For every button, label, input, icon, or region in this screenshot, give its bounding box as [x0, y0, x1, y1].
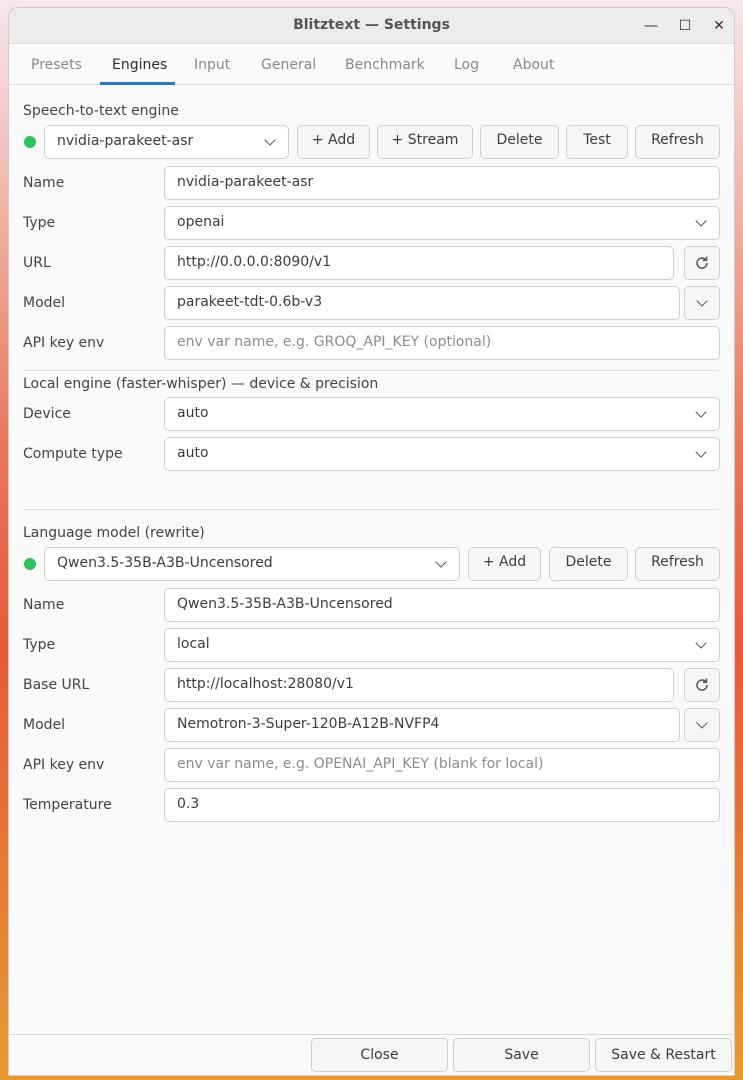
local-section-title: Local engine (faster-whisper) — device &…: [23, 376, 379, 392]
stt-url-refresh-button[interactable]: [684, 246, 720, 280]
llm-section-title: Language model (rewrite): [23, 525, 205, 541]
llm-url-refresh-button[interactable]: [684, 668, 720, 702]
window-title: Blitztext — Settings: [293, 17, 450, 33]
stt-name-label: Name: [23, 175, 65, 191]
stt-type-label: Type: [23, 215, 56, 231]
tab-engines[interactable]: Engines: [112, 57, 167, 73]
tab-general[interactable]: General: [261, 57, 316, 73]
divider: [23, 509, 719, 510]
chevron-down-icon: [696, 717, 708, 729]
tab-log[interactable]: Log: [454, 57, 479, 73]
refresh-icon: [696, 678, 708, 691]
maximize-icon[interactable]: ☐: [675, 16, 695, 36]
tab-input[interactable]: Input: [194, 57, 230, 73]
llm-delete-button[interactable]: Delete: [549, 547, 628, 581]
chevron-down-icon: [695, 406, 707, 418]
llm-select[interactable]: Qwen3.5-35B-A3B-Uncensored: [44, 547, 460, 581]
llm-model-field[interactable]: Nemotron-3-Super-120B-A12B-NVFP4: [164, 708, 680, 742]
chevron-down-icon: [696, 295, 708, 307]
tab-bar: Presets Engines Input General Benchmark …: [9, 45, 734, 85]
stt-name-field[interactable]: nvidia-parakeet-asr: [164, 166, 720, 200]
tab-benchmark[interactable]: Benchmark: [345, 57, 425, 73]
chevron-down-icon: [695, 446, 707, 458]
stt-url-label: URL: [23, 255, 51, 271]
device-select[interactable]: auto: [164, 397, 720, 431]
divider: [23, 370, 719, 371]
stt-engine-selected: nvidia-parakeet-asr: [57, 133, 194, 149]
tab-presets[interactable]: Presets: [31, 57, 82, 73]
chevron-down-icon: [264, 134, 276, 146]
stt-add-button[interactable]: + Add: [297, 125, 370, 159]
llm-apikey-field[interactable]: env var name, e.g. OPENAI_API_KEY (blank…: [164, 748, 720, 782]
llm-type-select[interactable]: local: [164, 628, 720, 662]
stt-apikey-field[interactable]: env var name, e.g. GROQ_API_KEY (optiona…: [164, 326, 720, 360]
minimize-icon[interactable]: —: [641, 16, 661, 36]
temperature-label: Temperature: [23, 797, 112, 813]
llm-type-label: Type: [23, 637, 56, 653]
llm-name-field[interactable]: Qwen3.5-35B-A3B-Uncensored: [164, 588, 720, 622]
stt-model-label: Model: [23, 295, 66, 311]
stt-url-field[interactable]: http://0.0.0.0:8090/v1: [164, 246, 674, 280]
footer-bar: Close Save Save & Restart: [9, 1034, 734, 1075]
stt-stream-button[interactable]: + Stream: [377, 125, 473, 159]
stt-engine-select[interactable]: nvidia-parakeet-asr: [44, 125, 289, 159]
compute-type-select[interactable]: auto: [164, 437, 720, 471]
title-bar: Blitztext — Settings — ☐ ✕: [9, 8, 734, 44]
chevron-down-icon: [695, 637, 707, 649]
temperature-field[interactable]: 0.3: [164, 788, 720, 822]
llm-status-dot: [24, 558, 36, 570]
stt-status-dot: [24, 136, 36, 148]
llm-add-button[interactable]: + Add: [468, 547, 541, 581]
active-tab-indicator: [100, 82, 175, 85]
llm-name-label: Name: [23, 597, 65, 613]
stt-refresh-button[interactable]: Refresh: [635, 125, 720, 159]
save-button[interactable]: Save: [453, 1038, 590, 1072]
stt-apikey-label: API key env: [23, 335, 105, 351]
compute-type-label: Compute type: [23, 446, 123, 462]
stt-model-field[interactable]: parakeet-tdt-0.6b-v3: [164, 286, 680, 320]
close-window-icon[interactable]: ✕: [709, 16, 729, 36]
stt-test-button[interactable]: Test: [566, 125, 628, 159]
chevron-down-icon: [435, 556, 447, 568]
llm-url-field[interactable]: http://localhost:28080/v1: [164, 668, 674, 702]
stt-section-title: Speech-to-text engine: [23, 103, 179, 119]
llm-refresh-button[interactable]: Refresh: [635, 547, 720, 581]
refresh-icon: [696, 256, 708, 269]
device-label: Device: [23, 406, 71, 422]
llm-model-label: Model: [23, 717, 66, 733]
llm-model-dropdown-button[interactable]: [684, 708, 720, 742]
stt-type-select[interactable]: openai: [164, 206, 720, 240]
chevron-down-icon: [695, 215, 707, 227]
settings-window: Blitztext — Settings — ☐ ✕ Presets Engin…: [8, 7, 735, 1076]
llm-apikey-label: API key env: [23, 757, 105, 773]
stt-delete-button[interactable]: Delete: [480, 125, 559, 159]
llm-url-label: Base URL: [23, 677, 90, 693]
tab-about[interactable]: About: [513, 57, 554, 73]
stt-model-dropdown-button[interactable]: [684, 286, 720, 320]
close-button[interactable]: Close: [311, 1038, 448, 1072]
save-restart-button[interactable]: Save & Restart: [595, 1038, 732, 1072]
